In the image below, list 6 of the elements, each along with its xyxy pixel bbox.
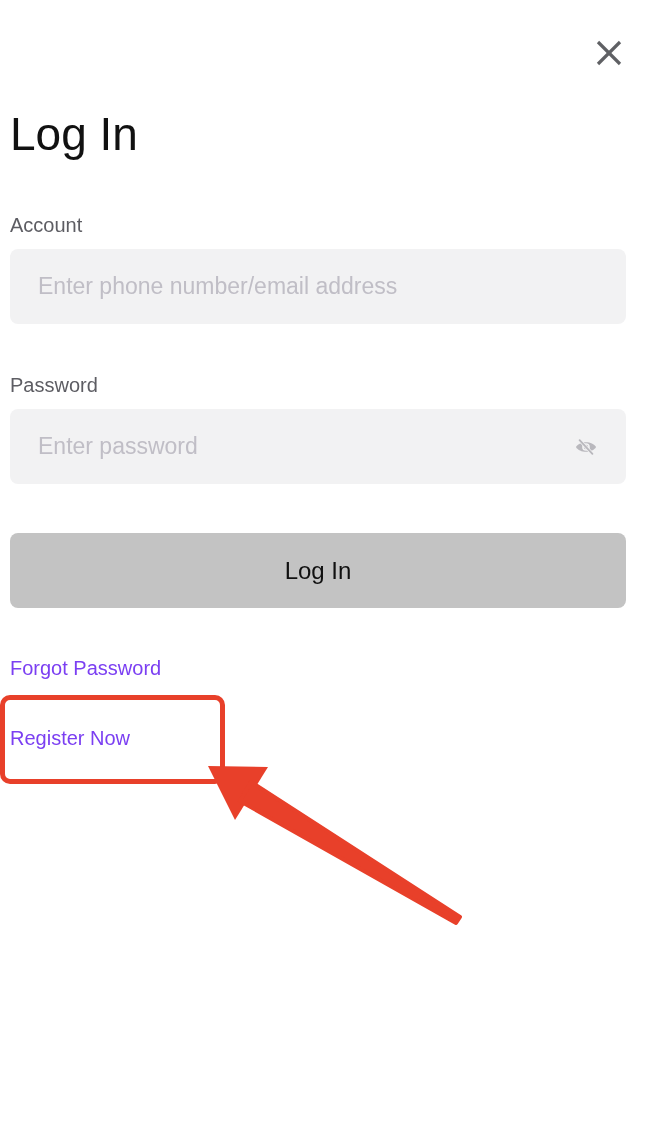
field-label: Password <box>10 373 99 397</box>
text-link[interactable]: Register Now <box>10 726 131 750</box>
field-label: Account <box>10 213 84 237</box>
text-link[interactable]: Forgot Password <box>10 656 162 680</box>
close-button[interactable] <box>596 40 622 66</box>
page-title: Log In <box>10 107 139 162</box>
